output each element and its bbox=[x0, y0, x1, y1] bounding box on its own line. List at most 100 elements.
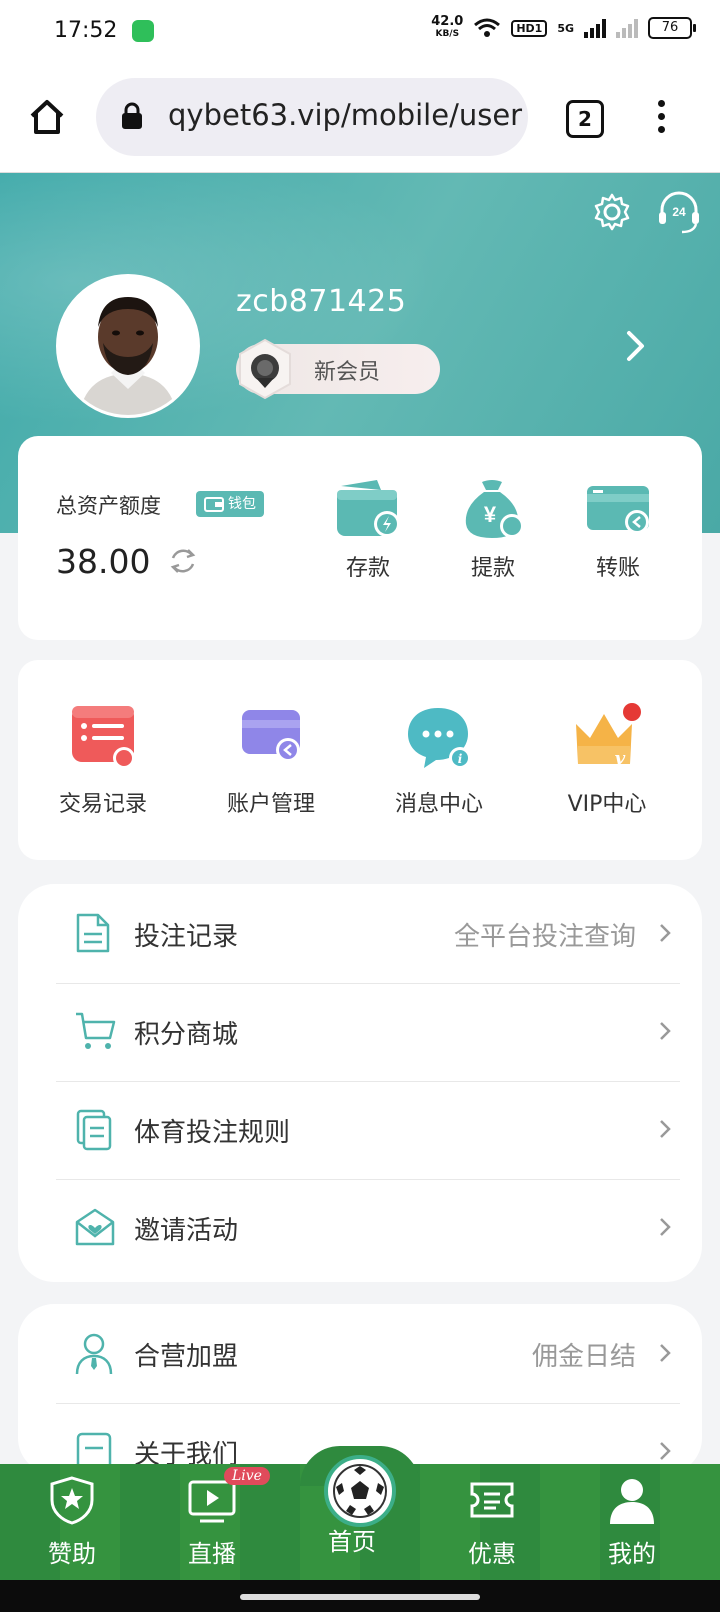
assets-card: 总资产额度 钱包 38.00 存款 ¥ 提款 转账 bbox=[18, 436, 702, 640]
vip-center-button[interactable]: v VIP中心 bbox=[532, 702, 682, 818]
deposit-label: 存款 bbox=[345, 556, 390, 581]
lock-icon bbox=[122, 102, 142, 129]
wallet-label: 钱包 bbox=[228, 496, 256, 512]
live-badge: Live bbox=[224, 1467, 270, 1485]
tab-mine[interactable]: 我的 bbox=[577, 1474, 687, 1569]
user-icon bbox=[610, 1479, 654, 1524]
refresh-icon[interactable] bbox=[168, 546, 198, 576]
document-icon bbox=[76, 913, 110, 953]
sports-rules-row[interactable]: 体育投注规则 bbox=[56, 1080, 680, 1180]
vip-center-label: VIP中心 bbox=[567, 792, 647, 817]
wifi-icon bbox=[474, 18, 501, 37]
account-management-label: 账户管理 bbox=[226, 792, 315, 817]
invite-row[interactable]: 邀请活动 bbox=[56, 1178, 680, 1278]
customer-service-24-icon[interactable]: 24 bbox=[656, 190, 702, 236]
system-nav-bar bbox=[0, 1580, 720, 1612]
total-assets-label: 总资产额度 bbox=[56, 494, 161, 518]
bet-record-label: 投注记录 bbox=[134, 922, 239, 952]
wallet-icon bbox=[204, 497, 224, 512]
bet-record-row[interactable]: 投注记录 全平台投注查询 bbox=[56, 884, 680, 984]
total-assets-amount: 38.00 bbox=[56, 542, 151, 581]
signal-2-icon bbox=[616, 18, 638, 38]
message-app-icon bbox=[132, 20, 154, 42]
profile-chevron-right-icon[interactable] bbox=[626, 330, 646, 362]
deposit-wallet-icon bbox=[337, 480, 400, 537]
svg-text:24: 24 bbox=[672, 205, 686, 219]
transfer-button[interactable]: 转账 bbox=[568, 476, 668, 582]
account-management-button[interactable]: 账户管理 bbox=[196, 702, 346, 818]
sports-rules-label: 体育投注规则 bbox=[134, 1118, 291, 1148]
home-soccer-ball[interactable] bbox=[324, 1455, 396, 1527]
status-time: 17:52 bbox=[54, 18, 118, 43]
message-center-label: 消息中心 bbox=[394, 792, 483, 817]
message-center-button[interactable]: i 消息中心 bbox=[364, 702, 514, 818]
avatar[interactable] bbox=[56, 274, 200, 418]
agent-label: 合营加盟 bbox=[134, 1342, 239, 1372]
tab-live[interactable]: 直播 bbox=[157, 1474, 267, 1569]
svg-text:¥: ¥ bbox=[484, 502, 497, 527]
transfer-label: 转账 bbox=[595, 556, 640, 581]
status-indicators: 42.0 KB/S HD1 5G 76 bbox=[431, 14, 696, 40]
username: zcb871425 bbox=[236, 284, 407, 319]
chevron-right-icon bbox=[660, 1218, 671, 1236]
url-bar[interactable]: qybet63.vip/mobile/user bbox=[96, 78, 528, 156]
member-level-badge[interactable]: 新会员 bbox=[236, 338, 440, 400]
signal-icon bbox=[584, 18, 606, 38]
agent-person-icon bbox=[75, 1333, 113, 1375]
tab-live-label: 直播 bbox=[188, 1540, 236, 1568]
points-mall-label: 积分商城 bbox=[134, 1020, 239, 1050]
svg-text:i: i bbox=[458, 752, 463, 766]
svg-text:v: v bbox=[615, 748, 626, 769]
tab-sponsor[interactable]: 赞助 bbox=[17, 1474, 127, 1569]
battery-icon: 76 bbox=[648, 17, 696, 39]
agent-row[interactable]: 合营加盟 佣金日结 bbox=[56, 1304, 680, 1404]
transaction-record-label: 交易记录 bbox=[58, 792, 147, 817]
home-gesture-handle[interactable] bbox=[240, 1594, 480, 1600]
menu-group-1: 投注记录 全平台投注查询 积分商城 体育投注规则 邀请活动 bbox=[18, 884, 702, 1282]
invite-label: 邀请活动 bbox=[134, 1216, 239, 1246]
chevron-right-icon bbox=[660, 1344, 671, 1362]
status-bar: 17:52 42.0 KB/S HD1 5G 76 bbox=[0, 0, 720, 64]
quick-links-card: 交易记录 账户管理 i 消息中心 v VIP中心 bbox=[18, 660, 702, 860]
agent-sub: 佣金日结 bbox=[531, 1342, 636, 1372]
chevron-right-icon bbox=[660, 1120, 671, 1138]
url-text: qybet63.vip/mobile/user bbox=[168, 98, 523, 132]
tab-promotions[interactable]: 优惠 bbox=[437, 1474, 547, 1569]
withdraw-moneybag-icon: ¥ bbox=[465, 480, 524, 538]
withdraw-button[interactable]: ¥ 提款 bbox=[443, 476, 543, 582]
tab-switcher-button[interactable]: 2 bbox=[566, 100, 604, 138]
withdraw-label: 提款 bbox=[470, 556, 515, 581]
member-level-text: 新会员 bbox=[314, 360, 381, 385]
wallet-chip[interactable]: 钱包 bbox=[196, 491, 264, 517]
chevron-right-icon bbox=[660, 1022, 671, 1040]
ticket-icon bbox=[470, 1482, 514, 1518]
tab-sponsor-label: 赞助 bbox=[48, 1540, 96, 1568]
cart-icon bbox=[76, 1012, 116, 1049]
settings-gear-icon[interactable] bbox=[592, 192, 632, 232]
transaction-record-icon bbox=[72, 706, 135, 769]
tab-home-label: 首页 bbox=[328, 1528, 376, 1556]
deposit-button[interactable]: 存款 bbox=[318, 476, 418, 582]
bet-record-sub: 全平台投注查询 bbox=[453, 922, 636, 952]
chevron-right-icon bbox=[660, 924, 671, 942]
vip-crown-icon: v bbox=[576, 703, 641, 769]
net-speed: 42.0 KB/S bbox=[431, 14, 464, 39]
soccer-ball-icon bbox=[333, 1464, 387, 1518]
tab-mine-label: 我的 bbox=[608, 1540, 656, 1568]
message-bubble-icon: i bbox=[408, 708, 471, 769]
transfer-card-icon bbox=[587, 486, 649, 534]
shield-star-icon bbox=[50, 1476, 94, 1525]
tab-promotions-label: 优惠 bbox=[468, 1540, 516, 1568]
rules-icon bbox=[76, 1109, 112, 1151]
browser-toolbar: qybet63.vip/mobile/user 2 bbox=[0, 64, 720, 173]
account-card-icon bbox=[242, 710, 300, 762]
more-menu-icon[interactable] bbox=[658, 100, 666, 139]
hd-icon: HD1 bbox=[511, 19, 548, 37]
home-icon[interactable] bbox=[28, 98, 66, 136]
level-medal-icon bbox=[239, 338, 291, 400]
points-mall-row[interactable]: 积分商城 bbox=[56, 982, 680, 1082]
invite-envelope-icon bbox=[75, 1208, 115, 1246]
chevron-right-icon bbox=[660, 1442, 671, 1460]
network-type: 5G bbox=[557, 21, 574, 35]
transaction-record-button[interactable]: 交易记录 bbox=[28, 702, 178, 818]
